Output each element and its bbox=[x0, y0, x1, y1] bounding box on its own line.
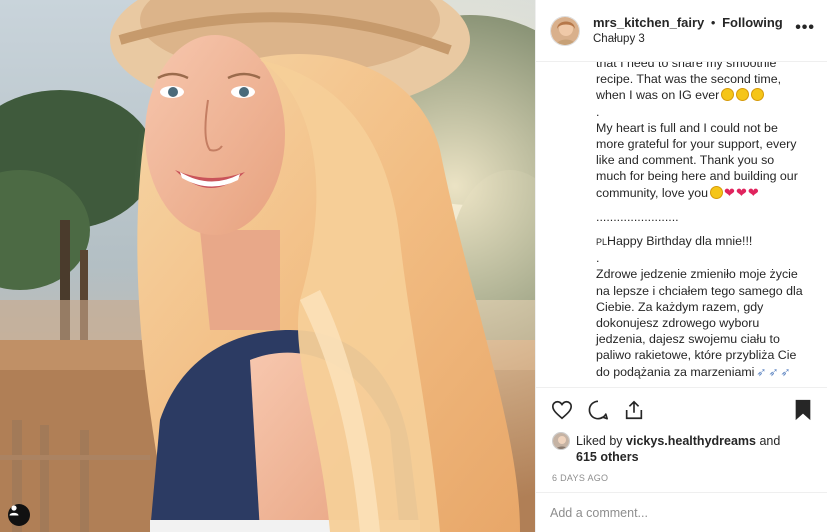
liker-avatar-image bbox=[553, 433, 569, 449]
caption-line: much for being here and building our bbox=[596, 169, 798, 184]
likes-text: Liked by vickys.healthydreams and 615 ot… bbox=[576, 433, 780, 465]
bookmark-icon bbox=[795, 399, 811, 420]
save-button[interactable] bbox=[791, 398, 815, 422]
rocket-emoji-icon: ➶ bbox=[780, 364, 791, 379]
like-button[interactable] bbox=[550, 398, 574, 422]
caption-line: jedzenia, dajesz swojemu ciału to bbox=[596, 332, 780, 347]
caption-line: PLHappy Birthday dla mnie!!! bbox=[596, 233, 817, 250]
photo-illustration bbox=[0, 0, 535, 532]
smile-emoji-icon bbox=[751, 88, 765, 102]
caption-line: do podążania za marzeniami ➶ ➶ ➶ bbox=[596, 364, 817, 380]
caption-line: more grateful for your support, every bbox=[596, 137, 797, 152]
caption-line: . bbox=[596, 380, 817, 387]
tag-people-button[interactable] bbox=[8, 504, 30, 526]
liker-username-link[interactable]: vickys.healthydreams bbox=[626, 434, 756, 448]
header-line: mrs_kitchen_fairy • Following bbox=[593, 15, 795, 31]
caption-text: that I need to share my smoothie recipe.… bbox=[596, 62, 817, 387]
smile-emoji-icon bbox=[710, 185, 724, 199]
post-side-panel: mrs_kitchen_fairy • Following Chałupy 3 … bbox=[535, 0, 827, 532]
heart-emoji-icon: ❤ bbox=[724, 184, 735, 200]
likes-prefix: Liked by bbox=[576, 434, 623, 448]
avatar[interactable] bbox=[550, 15, 580, 46]
likes-count-link[interactable]: 615 others bbox=[576, 450, 639, 464]
comment-button[interactable] bbox=[586, 398, 610, 422]
caption-line: My heart is full and I could not be bbox=[596, 120, 778, 135]
caption-line: . bbox=[596, 251, 600, 266]
post-photo[interactable] bbox=[0, 0, 535, 532]
likes-conjunction: and bbox=[759, 434, 781, 448]
caption-line: community, love you ❤❤❤ bbox=[596, 185, 817, 201]
caption-line-text: Happy Birthday dla mnie!!! bbox=[607, 234, 753, 249]
caption-line-text: when I was on IG ever bbox=[596, 88, 720, 103]
caption-line: Ciebie. Za każdym razem, gdy bbox=[596, 299, 764, 314]
caption-line: paliwo rakietowe, które przybliża Cie bbox=[596, 348, 797, 363]
caption-gap bbox=[596, 225, 817, 233]
caption-line: that I need to share my smoothie bbox=[596, 62, 777, 70]
caption-line: like and comment. Thank you so bbox=[596, 153, 775, 168]
pl-flag-icon: PL bbox=[596, 237, 608, 248]
caption-line: dokonujesz zdrowego wyboru bbox=[596, 316, 760, 331]
action-bar bbox=[536, 387, 827, 431]
likes-summary: Liked by vickys.healthydreams and 615 ot… bbox=[536, 431, 827, 465]
ellipsis-icon[interactable]: ••• bbox=[795, 19, 815, 37]
rocket-emoji-icon: ➶ bbox=[756, 364, 767, 379]
location-link[interactable]: Chałupy 3 bbox=[593, 31, 795, 47]
comment-input[interactable]: Add a comment... bbox=[536, 492, 827, 532]
post-timestamp[interactable]: 6 DAYS AGO bbox=[536, 465, 827, 483]
caption-line: . bbox=[596, 104, 600, 119]
heart-icon bbox=[552, 400, 572, 419]
caption-line: when I was on IG ever bbox=[596, 87, 817, 103]
share-icon bbox=[625, 400, 643, 419]
username-link[interactable]: mrs_kitchen_fairy bbox=[593, 15, 704, 30]
person-icon bbox=[9, 505, 19, 516]
caption-area: that I need to share my smoothie recipe.… bbox=[536, 62, 827, 387]
avatar-image bbox=[551, 16, 579, 45]
smile-emoji-icon bbox=[736, 88, 750, 102]
share-button[interactable] bbox=[622, 398, 646, 422]
rocket-emoji-icon: ➶ bbox=[768, 364, 779, 379]
smile-emoji-icon bbox=[721, 88, 735, 102]
caption-line: na lepsze i chciałem tego samego dla bbox=[596, 283, 803, 298]
caption-line-text: do podążania za marzeniami bbox=[596, 364, 755, 379]
post-header: mrs_kitchen_fairy • Following Chałupy 3 … bbox=[536, 0, 827, 62]
heart-emoji-icon: ❤ bbox=[735, 184, 747, 200]
caption-line: ........................ bbox=[596, 209, 679, 224]
comment-icon bbox=[588, 399, 608, 420]
caption-line: Zdrowe jedzenie zmieniło moje życie bbox=[596, 267, 798, 282]
caption-line-text: community, love you bbox=[596, 185, 709, 200]
separator-dot: • bbox=[710, 14, 716, 30]
post-header-text: mrs_kitchen_fairy • Following Chałupy 3 bbox=[593, 15, 795, 47]
caption-gap bbox=[596, 201, 817, 209]
liker-avatar[interactable] bbox=[552, 432, 570, 450]
following-button[interactable]: Following bbox=[722, 15, 783, 30]
post-modal: mrs_kitchen_fairy • Following Chałupy 3 … bbox=[0, 0, 827, 532]
heart-emoji-icon: ❤ bbox=[747, 184, 759, 200]
caption-line: recipe. That was the second time, bbox=[596, 72, 782, 87]
